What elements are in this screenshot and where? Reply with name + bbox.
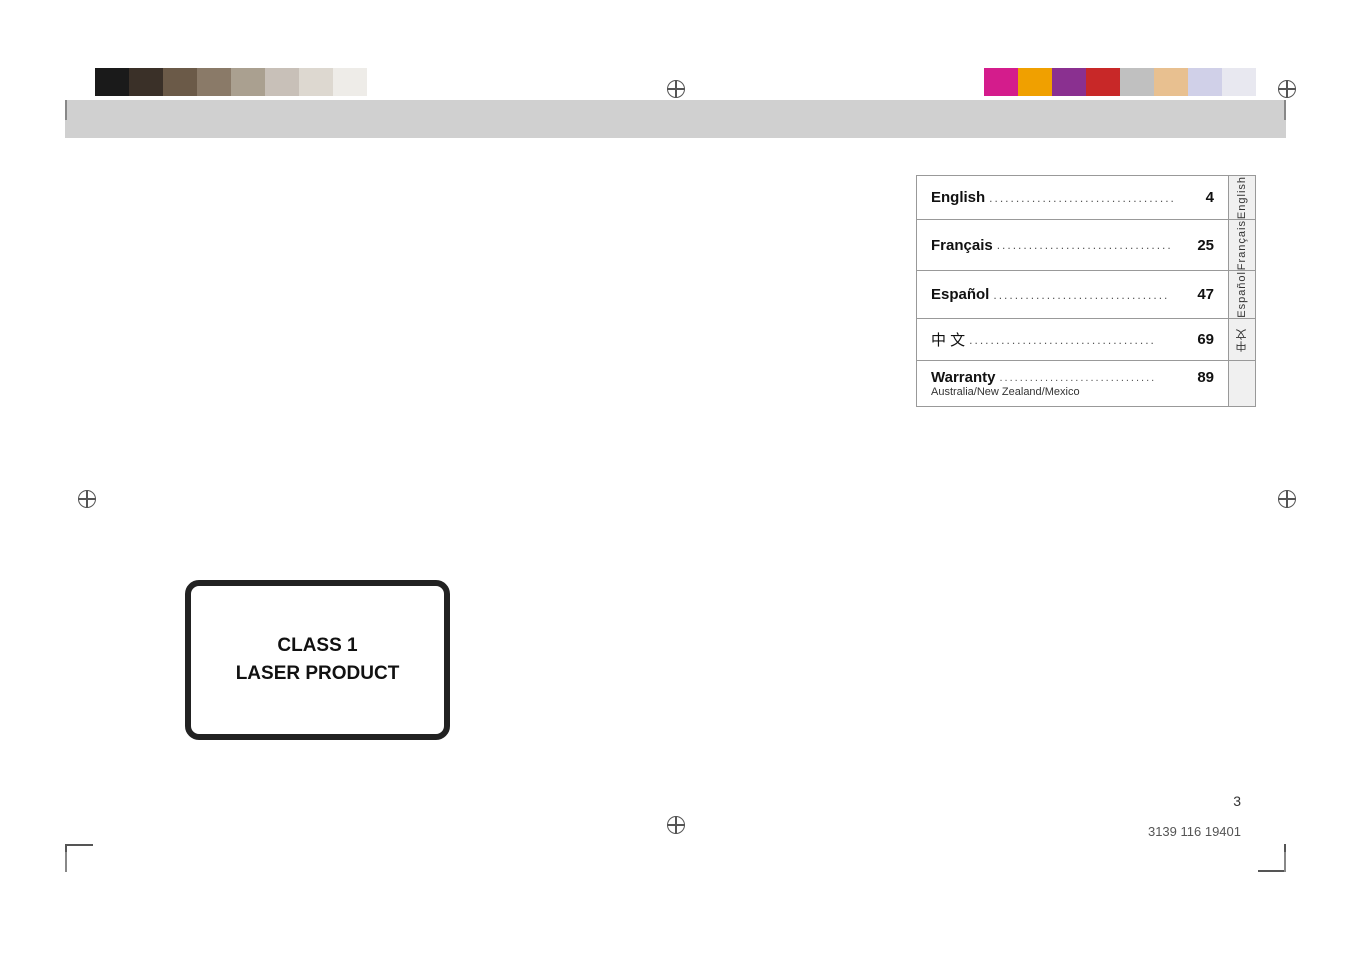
toc-warranty-page: 89 [1197, 369, 1214, 386]
toc-row-espanol: Español ................................… [916, 270, 1256, 318]
toc-chinese-main: 中 文 ................................... … [917, 319, 1229, 360]
gray-band [65, 100, 1286, 138]
part-number: 3139 116 19401 [1148, 824, 1241, 839]
toc-english-page: 4 [1206, 189, 1214, 206]
toc-row-warranty: Warranty ...............................… [916, 360, 1256, 407]
toc-warranty-sub: Australia/New Zealand/Mexico [931, 386, 1080, 398]
toc-espanol-label: Español [931, 286, 989, 303]
toc-english-side: English [1229, 176, 1255, 219]
toc-warranty-label: Warranty [931, 369, 995, 386]
laser-text: CLASS 1 LASER PRODUCT [236, 632, 400, 689]
crosshair-top-right [1278, 80, 1296, 98]
side-mark-right-bottom [1284, 852, 1286, 872]
corner-mark-tl [65, 844, 93, 872]
swatch-r6 [1154, 68, 1188, 96]
page-number: 3 [1233, 793, 1241, 809]
laser-line2: LASER PRODUCT [236, 660, 400, 689]
swatch-4 [197, 68, 231, 96]
swatch-7 [299, 68, 333, 96]
laser-line1: CLASS 1 [236, 632, 400, 661]
side-mark-right-top [1284, 100, 1286, 120]
toc-francais-side: Français [1229, 220, 1255, 270]
toc-english-label: English [931, 189, 985, 206]
color-bar-right [984, 68, 1256, 96]
toc-espanol-side: Español [1229, 271, 1255, 318]
swatch-8 [333, 68, 367, 96]
side-mark-left-top [65, 100, 67, 120]
side-mark-left-bottom [65, 852, 67, 872]
crosshair-right-mid [1278, 490, 1296, 508]
toc-row-francais: Français ...............................… [916, 219, 1256, 270]
crosshair-left-mid [78, 490, 96, 508]
toc-chinese-page: 69 [1197, 331, 1214, 348]
swatch-r3 [1052, 68, 1086, 96]
corner-mark-br [1258, 844, 1286, 872]
toc-francais-main: Français ...............................… [917, 220, 1229, 270]
swatch-r7 [1188, 68, 1222, 96]
toc-chinese-label: 中 文 [931, 329, 965, 350]
swatch-3 [163, 68, 197, 96]
color-bar-left [95, 68, 367, 96]
swatch-r5 [1120, 68, 1154, 96]
toc-espanol-main: Español ................................… [917, 271, 1229, 318]
swatch-2 [129, 68, 163, 96]
toc-espanol-page: 47 [1197, 286, 1214, 303]
laser-product-box: CLASS 1 LASER PRODUCT [185, 580, 450, 740]
toc-container: English ................................… [916, 175, 1256, 407]
toc-francais-page: 25 [1197, 237, 1214, 254]
swatch-1 [95, 68, 129, 96]
toc-francais-label: Français [931, 237, 993, 254]
crosshair-top [667, 80, 685, 98]
crosshair-bottom [667, 816, 685, 834]
swatch-6 [265, 68, 299, 96]
toc-row-english: English ................................… [916, 175, 1256, 219]
swatch-5 [231, 68, 265, 96]
toc-warranty-side [1229, 361, 1255, 406]
toc-chinese-side: 中文 [1229, 319, 1255, 360]
swatch-r8 [1222, 68, 1256, 96]
toc-row-chinese: 中 文 ................................... … [916, 318, 1256, 360]
swatch-r4 [1086, 68, 1120, 96]
toc-warranty-main: Warranty ...............................… [917, 361, 1229, 406]
swatch-r2 [1018, 68, 1052, 96]
swatch-r1 [984, 68, 1018, 96]
toc-english-main: English ................................… [917, 176, 1229, 219]
